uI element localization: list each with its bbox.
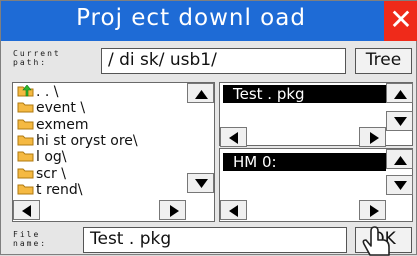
package-scroll-up-button[interactable] <box>386 83 413 103</box>
current-path-label-line1: Current <box>13 49 61 58</box>
file-name-label: File name: <box>13 230 47 248</box>
tree-item[interactable]: t rend\ <box>17 181 83 198</box>
folder-icon <box>17 150 35 162</box>
current-path-field[interactable]: / di sk/ usb1/ <box>101 48 346 74</box>
title-bar: Proj ect downl oad ✕ <box>1 1 417 41</box>
tree-scroll-right-button[interactable] <box>159 200 186 220</box>
hand-pointer-icon <box>362 226 390 256</box>
dialog-title: Proj ect downl oad <box>76 5 306 31</box>
tree-item[interactable]: hi st oryst ore\ <box>17 132 138 149</box>
tree-scroll-down-button[interactable] <box>187 173 214 193</box>
tree-item-label: exmem <box>36 116 89 133</box>
close-button[interactable]: ✕ <box>384 1 417 41</box>
package-list-item[interactable]: Test . pkg <box>223 85 386 103</box>
hmi-scroll-down-button[interactable] <box>386 175 413 195</box>
package-scroll-left-button[interactable] <box>220 127 247 147</box>
folder-icon <box>17 101 35 113</box>
project-download-dialog: Proj ect downl oad ✕ Current path: / di … <box>0 0 417 256</box>
tree-item[interactable]: . . \ <box>17 85 59 100</box>
tree-item-label: t rend\ <box>36 181 83 198</box>
hmi-scroll-left-button[interactable] <box>220 200 247 220</box>
folder-icon <box>17 183 35 195</box>
tree-item[interactable]: l og\ <box>17 150 67 165</box>
package-scroll-down-button[interactable] <box>386 111 413 131</box>
folder-icon <box>17 167 35 179</box>
file-name-label-line1: File <box>13 230 41 239</box>
tree-item-label: hi st oryst ore\ <box>36 132 138 149</box>
tree-item-label: . . \ <box>36 84 59 100</box>
tree-item[interactable]: event \ <box>17 101 85 116</box>
tree-item-label: scr \ <box>36 165 66 182</box>
tree-scroll-left-button[interactable] <box>13 200 40 220</box>
current-path-label-line2: path: <box>13 58 48 67</box>
file-name-field[interactable]: Test . pkg <box>83 227 347 253</box>
hmi-scroll-right-button[interactable] <box>359 200 386 220</box>
file-name-label-line2: name: <box>13 239 48 248</box>
hmi-list-item[interactable]: HM 0: <box>223 153 386 171</box>
tree-item-label: event \ <box>36 100 86 117</box>
package-scroll-right-button[interactable] <box>359 127 386 147</box>
folder-icon <box>17 134 35 146</box>
current-path-label: Current path: <box>13 49 61 67</box>
up-folder-icon <box>17 85 35 97</box>
hmi-scroll-up-button[interactable] <box>386 149 413 169</box>
folder-icon <box>17 118 35 130</box>
tree-item-label: l og\ <box>36 149 67 166</box>
tree-scroll-up-button[interactable] <box>187 83 214 103</box>
tree-item[interactable]: exmem <box>17 116 89 133</box>
tree-button[interactable]: Tree <box>355 48 412 74</box>
tree-item[interactable]: scr \ <box>17 165 66 182</box>
